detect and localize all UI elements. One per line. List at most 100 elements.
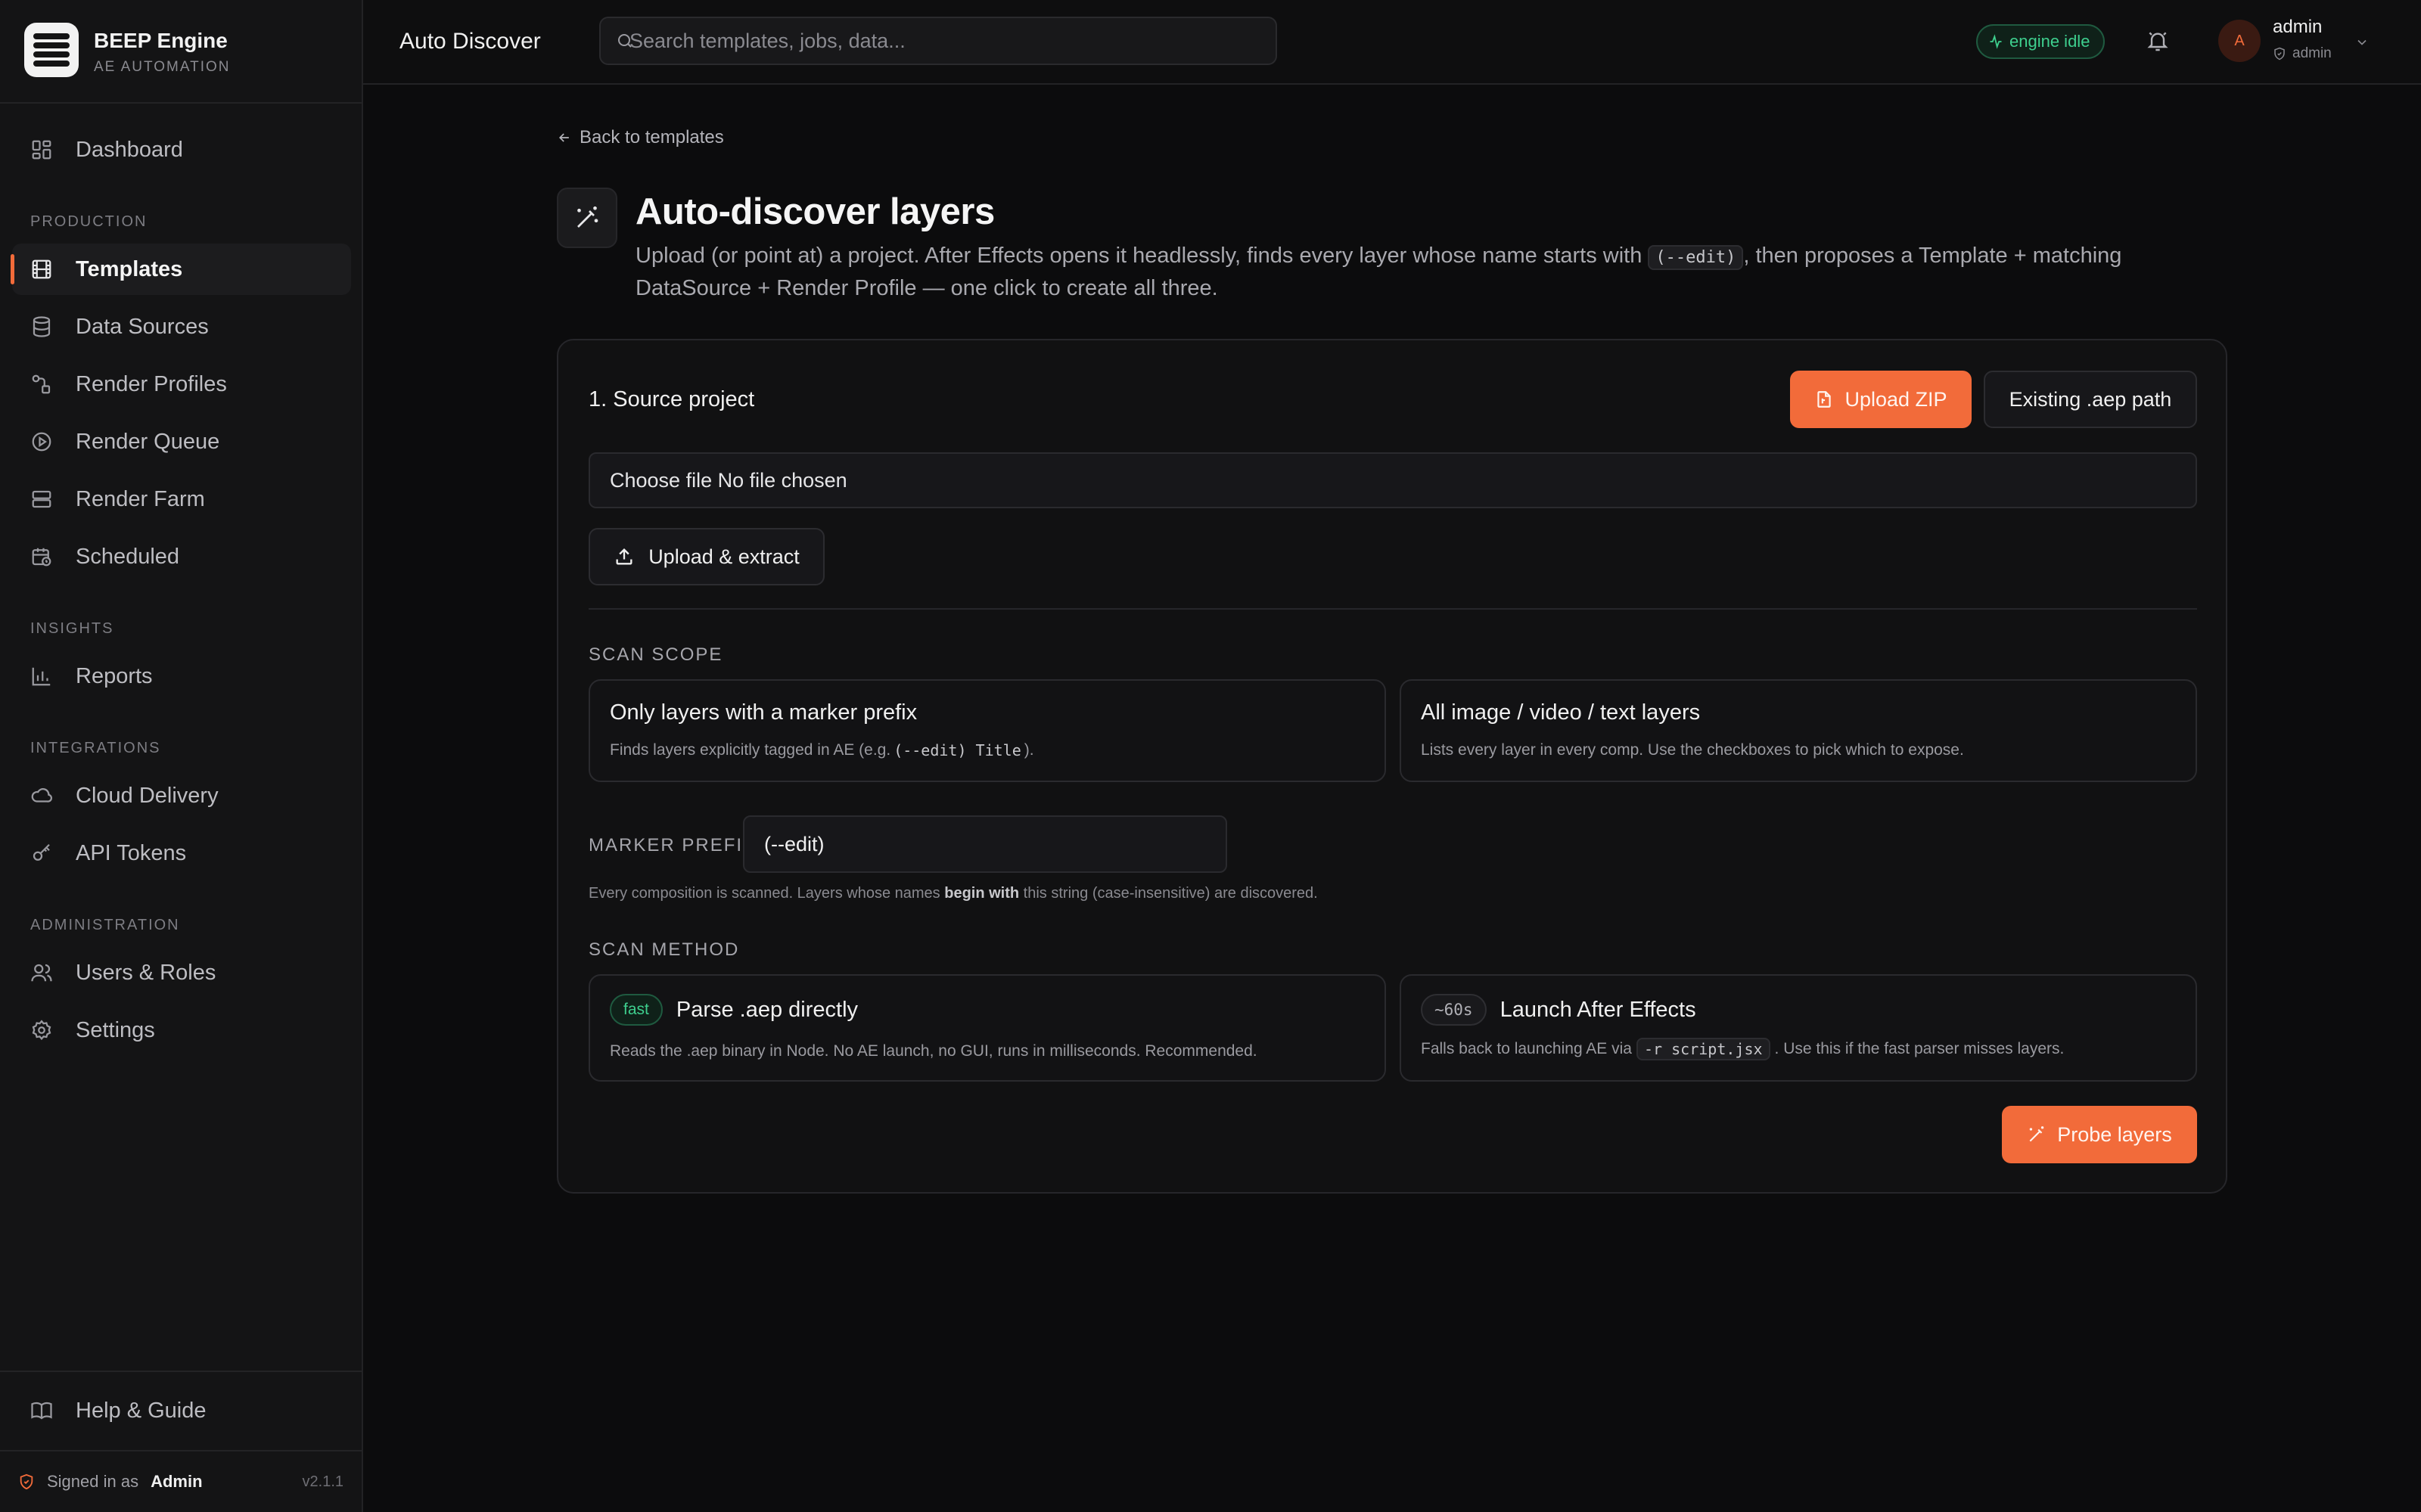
- file-input[interactable]: Choose file No file chosen: [589, 452, 2197, 508]
- shield-icon: [18, 1473, 35, 1490]
- upload-extract-label: Upload & extract: [648, 545, 800, 568]
- method-option-launch-ae[interactable]: ~60s Launch After Effects Falls back to …: [1400, 974, 2197, 1082]
- scan-scope-label: SCAN SCOPE: [589, 644, 723, 665]
- marker-prefix-input[interactable]: (--edit): [743, 815, 1227, 873]
- film-icon: [30, 258, 53, 281]
- option-description: Reads the .aep binary in Node. No AE lau…: [610, 1042, 1257, 1060]
- divider: [0, 1450, 362, 1451]
- sidebar-item-users-roles[interactable]: Users & Roles: [12, 947, 351, 998]
- section-administration: ADMINISTRATION: [30, 917, 180, 933]
- user-name[interactable]: admin: [2273, 17, 2322, 38]
- sidebar-item-render-farm[interactable]: Render Farm: [12, 473, 351, 525]
- sidebar-item-label: Cloud Delivery: [76, 783, 219, 808]
- chevron-down-icon[interactable]: [2354, 35, 2370, 50]
- user-role-text: admin: [2292, 45, 2332, 61]
- hint-bold: begin with: [944, 885, 1020, 902]
- sidebar-item-reports[interactable]: Reports: [12, 650, 351, 702]
- sidebar-item-data-sources[interactable]: Data Sources: [12, 301, 351, 352]
- sidebar-item-scheduled[interactable]: Scheduled: [12, 531, 351, 582]
- option-title: Parse .aep directly: [676, 997, 859, 1022]
- sidebar-item-label: Settings: [76, 1017, 155, 1042]
- sidebar-item-help[interactable]: Help & Guide: [12, 1385, 351, 1436]
- option-code: -r script.jsx: [1636, 1038, 1770, 1060]
- shield-icon: [2273, 47, 2286, 61]
- fast-badge: fast: [610, 994, 663, 1026]
- option-description: Falls back to launching AE via -r script…: [1421, 1038, 2064, 1060]
- upload-zip-button[interactable]: Upload ZIP: [1790, 371, 1972, 428]
- activity-icon: [1988, 34, 2003, 49]
- search-placeholder: Search templates, jobs, data...: [629, 29, 906, 52]
- scope-option-all-layers[interactable]: All image / video / text layers Lists ev…: [1400, 679, 2197, 782]
- sidebar-item-settings[interactable]: Settings: [12, 1004, 351, 1056]
- sidebar-item-render-queue[interactable]: Render Queue: [12, 416, 351, 467]
- engine-status-badge: engine idle: [1976, 24, 2106, 59]
- user-role: admin: [2273, 45, 2332, 62]
- server-icon: [30, 488, 53, 511]
- back-link-label: Back to templates: [580, 127, 724, 147]
- upload-zip-label: Upload ZIP: [1844, 387, 1947, 411]
- sidebar-item-cloud-delivery[interactable]: Cloud Delivery: [12, 770, 351, 821]
- back-to-templates-link[interactable]: Back to templates: [557, 127, 724, 148]
- book-icon: [30, 1399, 53, 1422]
- sidebar-item-render-profiles[interactable]: Render Profiles: [12, 359, 351, 410]
- duration-badge: ~60s: [1421, 994, 1487, 1026]
- dashboard-icon: [30, 138, 53, 161]
- logo-icon: [24, 23, 79, 77]
- sidebar-item-label: Scheduled: [76, 544, 180, 569]
- sidebar-item-label: Help & Guide: [76, 1398, 207, 1423]
- calendar-clock-icon: [30, 545, 53, 568]
- divider: [589, 608, 2197, 610]
- sidebar-item-label: Render Profiles: [76, 371, 227, 396]
- hero-icon-box: [557, 188, 617, 248]
- avatar[interactable]: A: [2218, 20, 2261, 62]
- option-desc-text: ).: [1024, 741, 1034, 759]
- gear-icon: [30, 1019, 53, 1042]
- card-title: 1. Source project: [589, 387, 755, 411]
- users-icon: [30, 961, 53, 984]
- existing-path-button[interactable]: Existing .aep path: [1984, 371, 2197, 428]
- signed-in-user: Admin: [151, 1472, 203, 1491]
- sidebar-item-label: Dashboard: [76, 137, 183, 162]
- topbar: Auto Discover Search templates, jobs, da…: [363, 0, 2421, 85]
- scope-option-marker-prefix[interactable]: Only layers with a marker prefix Finds l…: [589, 679, 1386, 782]
- existing-path-label: Existing .aep path: [2009, 387, 2172, 411]
- sidebar-item-api-tokens[interactable]: API Tokens: [12, 827, 351, 879]
- sidebar-item-label: Data Sources: [76, 314, 209, 339]
- upload-icon: [614, 546, 635, 567]
- topbar-title: Auto Discover: [399, 29, 541, 54]
- search-input[interactable]: Search templates, jobs, data...: [599, 17, 1277, 65]
- probe-layers-button[interactable]: Probe layers: [2002, 1106, 2197, 1163]
- section-production: PRODUCTION: [30, 213, 148, 230]
- signed-in-info: Signed in as Admin: [18, 1472, 203, 1492]
- marker-prefix-label: MARKER PREFIX: [589, 835, 757, 855]
- sidebar: BEEP Engine AE AUTOMATION Dashboard PROD…: [0, 0, 363, 1512]
- app-name: BEEP Engine: [94, 29, 228, 52]
- option-title: Only layers with a marker prefix: [610, 700, 918, 725]
- option-code: (--edit) Title: [894, 741, 1021, 759]
- version-label: v2.1.1: [302, 1473, 343, 1490]
- sidebar-item-label: Render Queue: [76, 429, 220, 454]
- section-integrations: INTEGRATIONS: [30, 740, 161, 756]
- bell-icon[interactable]: [2146, 29, 2170, 53]
- app-root: BEEP Engine AE AUTOMATION Dashboard PROD…: [0, 0, 2421, 1512]
- hint-text: this string (case-insensitive) are disco…: [1019, 885, 1318, 902]
- upload-extract-button[interactable]: Upload & extract: [589, 528, 825, 585]
- option-title: All image / video / text layers: [1421, 700, 1701, 725]
- hint-text: Every composition is scanned. Layers who…: [589, 885, 945, 902]
- sidebar-item-dashboard[interactable]: Dashboard: [12, 124, 351, 175]
- sidebar-item-templates[interactable]: Templates: [11, 244, 351, 295]
- option-desc-text: Finds layers explicitly tagged in AE (e.…: [610, 741, 891, 759]
- probe-layers-label: Probe layers: [2057, 1122, 2172, 1146]
- source-project-card: 1. Source project Upload ZIP Existing .a…: [557, 339, 2227, 1194]
- database-icon: [30, 315, 53, 338]
- brand: BEEP Engine AE AUTOMATION: [0, 0, 362, 104]
- page-description: Upload (or point at) a project. After Ef…: [636, 241, 2179, 303]
- route-icon: [30, 373, 53, 396]
- option-description: Finds layers explicitly tagged in AE (e.…: [610, 741, 1034, 759]
- wand-icon: [2027, 1125, 2047, 1144]
- marker-prefix-hint: Every composition is scanned. Layers who…: [589, 885, 1318, 902]
- engine-status-text: engine idle: [2009, 32, 2090, 51]
- signed-in-label: Signed in as: [47, 1472, 139, 1491]
- desc-text: Upload (or point at) a project. After Ef…: [636, 244, 1649, 268]
- method-option-parse[interactable]: fast Parse .aep directly Reads the .aep …: [589, 974, 1386, 1082]
